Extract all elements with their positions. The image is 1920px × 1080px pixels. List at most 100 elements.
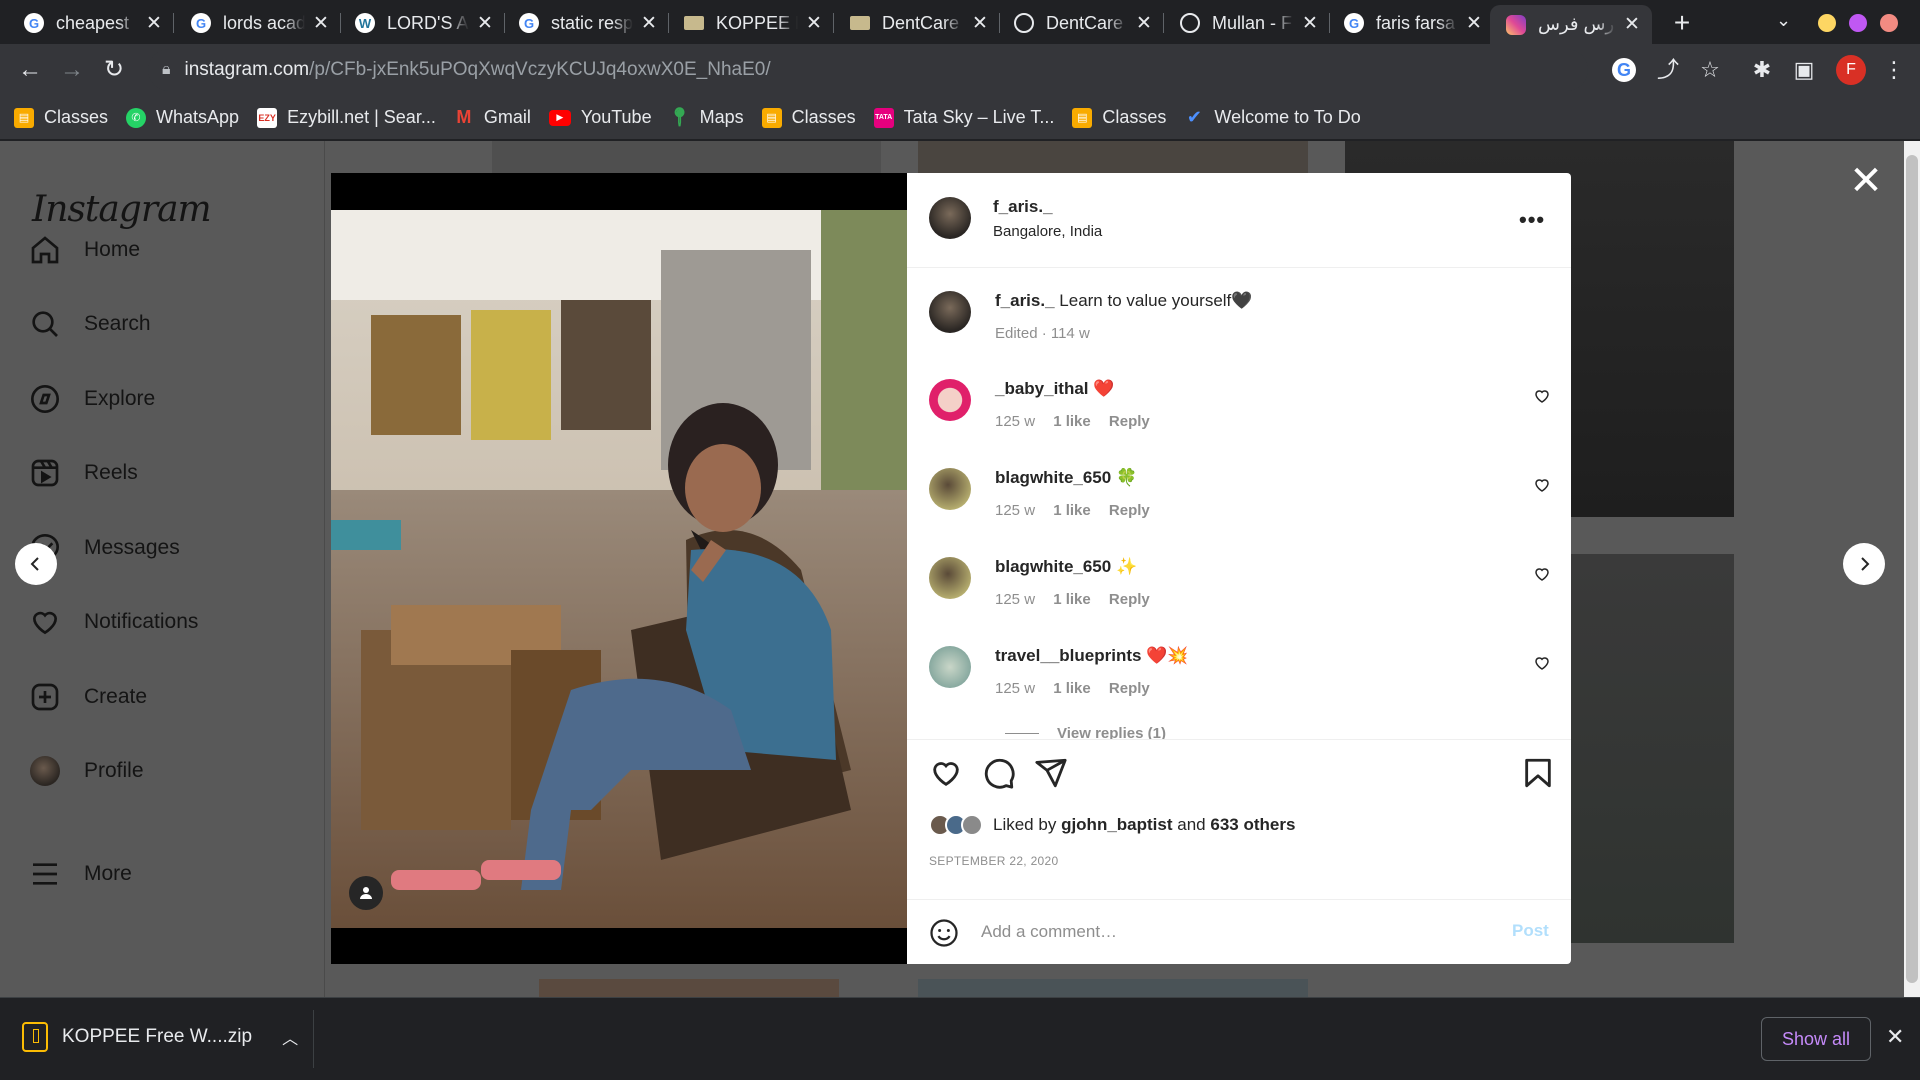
instagram-logo[interactable]: Instagram bbox=[32, 189, 212, 230]
bookmark-todo[interactable]: ✔ Welcome to To Do bbox=[1184, 107, 1361, 128]
bookmark-tatasky[interactable]: TATA Tata Sky – Live T... bbox=[873, 107, 1054, 128]
post-date[interactable]: SEPTEMBER 22, 2020 bbox=[929, 854, 1058, 868]
close-tab-icon[interactable]: ✕ bbox=[804, 12, 824, 35]
close-downloads-icon[interactable]: ✕ bbox=[1886, 1024, 1904, 1050]
browser-tab-active[interactable]: فارس فرس ✕ bbox=[1490, 5, 1652, 44]
comment-likes[interactable]: 1 like bbox=[1053, 591, 1091, 608]
close-tab-icon[interactable]: ✕ bbox=[1622, 13, 1642, 36]
next-post-button[interactable] bbox=[1843, 543, 1885, 585]
bookmark-classes[interactable]: ▤ Classes bbox=[761, 107, 856, 128]
more-options-icon[interactable]: ••• bbox=[1519, 207, 1545, 233]
save-bookmark-icon[interactable] bbox=[1521, 756, 1555, 790]
menu-kebab-icon[interactable]: ⋮ bbox=[1880, 56, 1908, 84]
close-tab-icon[interactable]: ✕ bbox=[475, 12, 495, 35]
reply-button[interactable]: Reply bbox=[1109, 680, 1150, 697]
avatar[interactable] bbox=[929, 291, 971, 333]
tab-search-chevron-icon[interactable]: ⌄ bbox=[1776, 10, 1791, 31]
grid-thumbnail[interactable] bbox=[918, 141, 1308, 173]
comment-likes[interactable]: 1 like bbox=[1053, 413, 1091, 430]
close-window-button[interactable] bbox=[1880, 14, 1898, 32]
close-tab-icon[interactable]: ✕ bbox=[1134, 12, 1154, 35]
scrollbar-thumb[interactable] bbox=[1906, 155, 1918, 983]
browser-tab[interactable]: DentCare ✕ bbox=[834, 5, 1000, 41]
comment-likes[interactable]: 1 like bbox=[1053, 680, 1091, 697]
grid-thumbnail[interactable] bbox=[1571, 554, 1734, 943]
bookmark-youtube[interactable]: ▶ YouTube bbox=[548, 107, 652, 128]
comments-list[interactable]: f_aris._ Learn to value yourself🖤 Edited… bbox=[907, 269, 1571, 739]
minimize-button[interactable] bbox=[1818, 14, 1836, 32]
view-replies-button[interactable]: View replies (1) bbox=[1005, 725, 1166, 739]
caption-username[interactable]: f_aris._ bbox=[995, 291, 1055, 310]
google-lens-icon[interactable]: G bbox=[1612, 58, 1636, 82]
close-tab-icon[interactable]: ✕ bbox=[970, 12, 990, 35]
comment-bubble-icon[interactable] bbox=[982, 756, 1016, 790]
grid-thumbnail[interactable] bbox=[539, 979, 839, 997]
close-tab-icon[interactable]: ✕ bbox=[1464, 12, 1484, 35]
comment-input[interactable] bbox=[981, 916, 1481, 948]
close-tab-icon[interactable]: ✕ bbox=[1300, 12, 1320, 35]
nav-create[interactable]: Create bbox=[28, 680, 147, 714]
nav-profile[interactable]: Profile bbox=[28, 754, 144, 788]
avatar[interactable] bbox=[929, 646, 971, 688]
like-comment-heart-icon[interactable] bbox=[1533, 476, 1551, 494]
reload-button[interactable]: ↻ bbox=[100, 56, 128, 84]
share-send-icon[interactable] bbox=[1034, 756, 1068, 790]
previous-post-button[interactable] bbox=[15, 543, 57, 585]
post-location[interactable]: Bangalore, India bbox=[993, 223, 1102, 240]
profile-avatar[interactable]: F bbox=[1836, 55, 1866, 85]
like-comment-heart-icon[interactable] bbox=[1533, 387, 1551, 405]
grid-thumbnail[interactable] bbox=[918, 979, 1308, 997]
page-scrollbar[interactable] bbox=[1904, 141, 1920, 997]
like-comment-heart-icon[interactable] bbox=[1533, 565, 1551, 583]
reply-button[interactable]: Reply bbox=[1109, 413, 1150, 430]
avatar[interactable] bbox=[929, 557, 971, 599]
avatar[interactable] bbox=[929, 379, 971, 421]
bookmark-maps[interactable]: 📍︎ Maps bbox=[668, 107, 743, 128]
post-media[interactable] bbox=[331, 173, 907, 964]
back-button[interactable]: ← bbox=[16, 56, 44, 84]
browser-tab[interactable]: G lords acad ✕ bbox=[175, 5, 341, 41]
grid-thumbnail[interactable] bbox=[492, 141, 881, 173]
bookmark-gmail[interactable]: M Gmail bbox=[454, 107, 531, 128]
tagged-users-button[interactable] bbox=[349, 876, 383, 910]
chevron-up-icon[interactable]: ︿ bbox=[282, 1025, 298, 1049]
share-icon[interactable]: ⤴ bbox=[1654, 56, 1682, 84]
emoji-icon[interactable] bbox=[929, 918, 959, 948]
nav-notifications[interactable]: Notifications bbox=[28, 605, 198, 639]
nav-explore[interactable]: Explore bbox=[28, 382, 155, 416]
browser-tab[interactable]: KOPPEE F ✕ bbox=[668, 5, 834, 41]
close-tab-icon[interactable]: ✕ bbox=[639, 12, 659, 35]
bookmark-classes[interactable]: ▤ Classes bbox=[1072, 107, 1166, 128]
likes-others-button[interactable]: 633 others bbox=[1210, 815, 1295, 835]
comment-age[interactable]: 125 w bbox=[995, 591, 1035, 608]
liked-by-user[interactable]: gjohn_baptist bbox=[1061, 815, 1172, 835]
nav-home[interactable]: Home bbox=[28, 233, 140, 267]
lock-icon[interactable]: 🔒︎ bbox=[162, 61, 171, 79]
browser-tab[interactable]: G faris farsa ✕ bbox=[1328, 5, 1494, 41]
show-all-downloads-button[interactable]: Show all bbox=[1761, 1017, 1871, 1061]
browser-tab[interactable]: G static resp ✕ bbox=[503, 5, 669, 41]
download-item[interactable]: KOPPEE Free W....zip ︿ bbox=[22, 1022, 298, 1052]
browser-tab[interactable]: G cheapest ✕ bbox=[8, 5, 174, 41]
new-tab-button[interactable]: + bbox=[1666, 8, 1698, 40]
browser-tab[interactable]: W LORD'S AC ✕ bbox=[339, 5, 505, 41]
reply-button[interactable]: Reply bbox=[1109, 591, 1150, 608]
nav-reels[interactable]: Reels bbox=[28, 456, 138, 490]
post-comment-button[interactable]: Post bbox=[1512, 921, 1549, 941]
nav-more[interactable]: More bbox=[28, 857, 132, 891]
like-comment-heart-icon[interactable] bbox=[1533, 654, 1551, 672]
comment-age[interactable]: 125 w bbox=[995, 413, 1035, 430]
nav-search[interactable]: Search bbox=[28, 307, 151, 341]
like-heart-icon[interactable] bbox=[929, 756, 963, 790]
bookmark-star-icon[interactable]: ☆ bbox=[1696, 56, 1724, 84]
bookmark-classes[interactable]: ▤ Classes bbox=[14, 107, 108, 128]
bookmark-ezybill[interactable]: EZY Ezybill.net | Sear... bbox=[257, 107, 436, 128]
comment-username[interactable]: travel__blueprints bbox=[995, 646, 1141, 665]
avatar[interactable] bbox=[929, 197, 971, 239]
address-bar[interactable]: 🔒︎ instagram.com /p/CFb-jxEnk5uPOqXwqVcz… bbox=[148, 49, 1588, 91]
browser-tab[interactable]: DentCare ✕ bbox=[998, 5, 1164, 41]
side-panel-icon[interactable]: ▣ bbox=[1790, 56, 1818, 84]
close-tab-icon[interactable]: ✕ bbox=[311, 12, 331, 35]
post-username[interactable]: f_aris._ bbox=[993, 197, 1053, 217]
comment-age[interactable]: 125 w bbox=[995, 680, 1035, 697]
